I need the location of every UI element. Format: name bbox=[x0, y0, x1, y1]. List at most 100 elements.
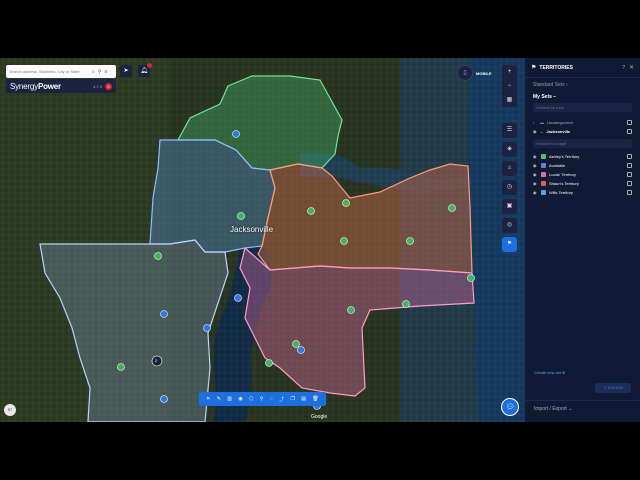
my-sets-toggle[interactable]: My Sets − bbox=[525, 94, 640, 100]
eye-icon[interactable]: ◉ bbox=[533, 190, 539, 195]
folder-uncategorized[interactable]: › ▬ Uncategorized bbox=[525, 118, 640, 127]
pin-drop-icon[interactable]: ⚲ bbox=[260, 396, 264, 402]
map-pin-blue[interactable] bbox=[160, 395, 168, 403]
color-swatch[interactable] bbox=[541, 181, 546, 186]
set-search-bar[interactable]: ⌕ bbox=[533, 103, 632, 112]
draw-icon[interactable]: ✎ bbox=[217, 396, 221, 402]
territory-row[interactable]: ◉ Ashley's Territory bbox=[525, 152, 640, 161]
list-tool-button[interactable]: ☰ bbox=[502, 123, 517, 138]
map-pin-green[interactable] bbox=[154, 252, 162, 260]
eye-icon[interactable]: ◉ bbox=[533, 154, 539, 159]
territory-checkbox[interactable] bbox=[627, 172, 632, 177]
territory-row[interactable]: ◉ Shaun's Territory bbox=[525, 179, 640, 188]
notifications-button[interactable]: 🔔︎ bbox=[138, 63, 152, 77]
polygon-icon[interactable]: ⬠ bbox=[249, 396, 253, 402]
pin-icon[interactable]: ⚲ bbox=[98, 69, 102, 75]
brand-bar: SynergyPower 4.7.0 9 bbox=[6, 79, 116, 93]
search-input[interactable] bbox=[9, 69, 89, 74]
chat-icon: 💬︎ bbox=[505, 404, 515, 411]
layer-search-bar[interactable]: ⌕ bbox=[533, 139, 632, 148]
chat-button[interactable]: 💬︎ bbox=[501, 398, 519, 416]
map-view[interactable]: 2 Jacksonville ⌕ ⚲ ≡ SynergyPower 4.7.0 … bbox=[0, 58, 525, 422]
map-pin-green[interactable] bbox=[117, 363, 125, 371]
territory-row[interactable]: ◉ Lucas' Territory bbox=[525, 170, 640, 179]
map-layers-icon[interactable]: ▦ bbox=[502, 93, 517, 107]
color-swatch[interactable] bbox=[541, 190, 546, 195]
clock-tool-button[interactable]: ◷ bbox=[502, 180, 517, 195]
eye-icon[interactable]: ◉ bbox=[533, 129, 539, 134]
app-window: 2 Jacksonville ⌕ ⚲ ≡ SynergyPower 4.7.0 … bbox=[0, 58, 640, 422]
territory-label: Shaun's Territory bbox=[549, 181, 579, 186]
territory-checkbox[interactable] bbox=[627, 181, 632, 186]
mobile-label: MOBILE bbox=[476, 70, 492, 76]
lasso-icon[interactable]: ◌ bbox=[270, 396, 273, 402]
eye-icon[interactable]: ◉ bbox=[533, 181, 539, 186]
map-pin-green[interactable] bbox=[448, 204, 456, 212]
territory-row[interactable]: ◉ Available bbox=[525, 161, 640, 170]
target-tool-button[interactable]: ◎ bbox=[502, 218, 517, 233]
map-pin-green[interactable] bbox=[237, 212, 245, 220]
map-pin-blue[interactable] bbox=[203, 324, 211, 332]
territory-row[interactable]: ◉ Wills Territory bbox=[525, 188, 640, 197]
territory-checkbox[interactable] bbox=[627, 163, 632, 168]
share-icon[interactable]: ⤴ bbox=[279, 396, 284, 403]
zoom-control[interactable]: + − ▦ bbox=[502, 65, 517, 107]
zoom-in-icon[interactable]: + bbox=[502, 65, 517, 79]
set-search-input[interactable] bbox=[538, 105, 619, 110]
color-swatch[interactable] bbox=[541, 154, 546, 159]
route-tool-button[interactable]: ▣ bbox=[502, 199, 517, 214]
map-pin-green[interactable] bbox=[340, 237, 348, 245]
chevron-right-icon[interactable]: › bbox=[533, 120, 539, 125]
map-pin-blue[interactable] bbox=[234, 294, 242, 302]
import-export-toggle[interactable]: Import / Export ⌄ bbox=[525, 400, 640, 417]
territory-label: Lucas' Territory bbox=[549, 172, 576, 177]
layers-tool-button[interactable]: ◈ bbox=[502, 142, 517, 157]
layer-search-input[interactable] bbox=[538, 141, 619, 146]
map-pin-green[interactable] bbox=[292, 340, 300, 348]
territories-tool-button[interactable]: ⚑ bbox=[502, 237, 517, 252]
chart-icon[interactable]: ▥ bbox=[227, 396, 232, 402]
territory-label: Ashley's Territory bbox=[549, 154, 580, 159]
location-button[interactable]: ➤ bbox=[120, 65, 132, 77]
create-set-link[interactable]: Create new set ⊕ bbox=[534, 370, 565, 375]
close-icon[interactable]: ✕ bbox=[629, 64, 634, 71]
trash-icon[interactable]: 🗑︎ bbox=[312, 396, 318, 402]
help-icon[interactable]: ? bbox=[622, 65, 625, 71]
folder-checkbox[interactable] bbox=[627, 120, 632, 125]
map-pin-blue[interactable] bbox=[297, 346, 305, 354]
menu-icon[interactable]: ≡ bbox=[104, 69, 107, 75]
calendar-icon[interactable]: ▤ bbox=[301, 396, 306, 402]
color-swatch[interactable] bbox=[541, 172, 546, 177]
eye-icon[interactable]: ◉ bbox=[533, 163, 539, 168]
assign-button[interactable]: ⇪ ASSIGN bbox=[595, 383, 631, 393]
territory-checkbox[interactable] bbox=[627, 190, 632, 195]
map-pin-green[interactable] bbox=[265, 359, 273, 367]
expand-icon[interactable]: ⌄ bbox=[540, 129, 543, 134]
map-pin-green[interactable] bbox=[342, 199, 350, 207]
eye-icon[interactable]: ◉ bbox=[533, 172, 539, 177]
copy-icon[interactable]: ❐ bbox=[290, 396, 294, 402]
close-icon[interactable]: ✕ bbox=[206, 396, 210, 402]
map-pin-blue[interactable] bbox=[160, 310, 168, 318]
flag-icon: ⚑ bbox=[506, 241, 513, 247]
group-checkbox[interactable] bbox=[627, 129, 632, 134]
map-pin-blue[interactable] bbox=[232, 130, 240, 138]
home-tool-button[interactable]: ⌂ bbox=[502, 161, 517, 176]
mobile-toggle[interactable]: ▯ MOBILE bbox=[457, 65, 492, 81]
group-jacksonville[interactable]: ◉ ⌄ Jacksonville bbox=[525, 127, 640, 136]
color-swatch[interactable] bbox=[541, 163, 546, 168]
map-pin-green[interactable] bbox=[307, 207, 315, 215]
panel-title: TERRITORIES bbox=[539, 64, 573, 71]
territory-checkbox[interactable] bbox=[627, 154, 632, 159]
map-pin-green[interactable] bbox=[347, 306, 355, 314]
satellite-map[interactable] bbox=[0, 58, 525, 422]
search-bar[interactable]: ⌕ ⚲ ≡ bbox=[6, 65, 116, 78]
search-icon[interactable]: ⌕ bbox=[92, 69, 95, 75]
alerts-badge[interactable]: 9 bbox=[105, 82, 112, 90]
map-pin-green[interactable] bbox=[467, 274, 475, 282]
map-pin-green[interactable] bbox=[406, 237, 414, 245]
map-pin-green[interactable] bbox=[402, 300, 410, 308]
zoom-out-icon[interactable]: − bbox=[502, 79, 517, 93]
pin-icon[interactable]: ◉ bbox=[238, 396, 242, 402]
zoom-level-badge: 57 bbox=[4, 404, 16, 416]
